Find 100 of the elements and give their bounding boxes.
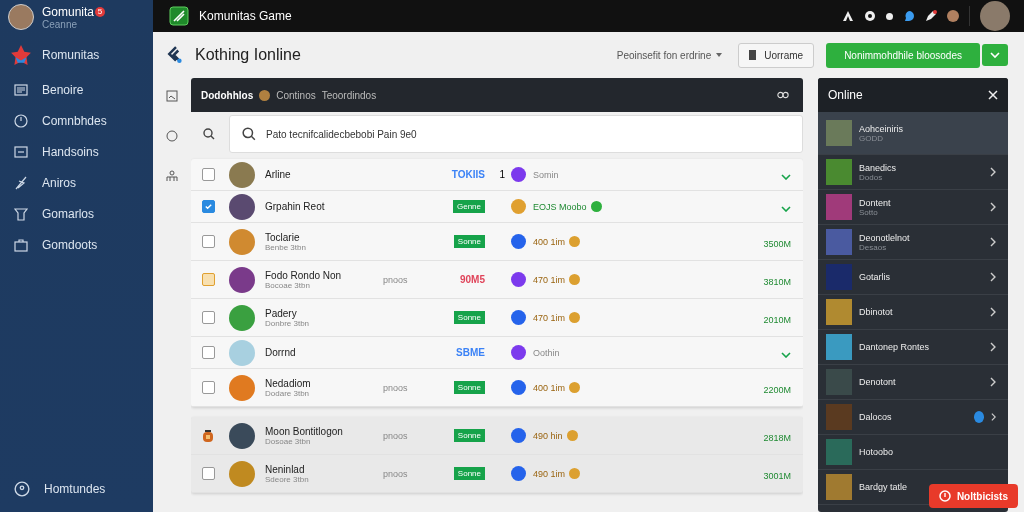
status-label: TOKIIS <box>451 169 485 180</box>
table-row[interactable]: Dorrnd SBME Oothin <box>191 337 803 369</box>
friend-item[interactable]: Dalocos <box>818 400 1008 435</box>
game-thumbnail <box>826 120 852 146</box>
status-tag: Sonne <box>453 381 485 394</box>
game-thumbnail <box>826 159 852 185</box>
chevron-right-icon[interactable] <box>990 202 996 212</box>
sidebar-item[interactable]: Aniros <box>0 167 153 198</box>
checkbox[interactable] <box>201 381 215 394</box>
table-row[interactable]: Neninlad Sdeore 3tbn pnoos Sonne 490 1im 3001M <box>191 455 803 493</box>
checkbox[interactable] <box>201 346 215 359</box>
chevron-right-icon[interactable] <box>990 412 996 422</box>
status-label: SBME <box>456 347 485 358</box>
amount-text: 3001M <box>763 470 791 481</box>
dot-icon[interactable] <box>886 12 893 20</box>
checkbox[interactable] <box>201 467 215 480</box>
avatar[interactable] <box>980 1 1010 31</box>
friend-name: Dontent <box>859 197 892 208</box>
chevron-right-icon[interactable] <box>990 377 996 387</box>
search-input[interactable]: Pato tecnifcalidecbebobi Pain 9e0 <box>266 128 790 140</box>
chat-bubble-icon[interactable] <box>166 130 178 142</box>
friend-item[interactable]: Dantonep Rontes <box>818 330 1008 365</box>
tab[interactable]: Dodohhlos <box>201 89 254 101</box>
sidebar-item[interactable]: Gomdoots <box>0 229 153 260</box>
pencil-icon[interactable] <box>925 10 937 22</box>
time-text: 470 1im <box>533 274 566 285</box>
friend-name: Dbinotot <box>859 307 894 317</box>
target-icon[interactable] <box>864 10 876 22</box>
chevron-right-icon[interactable] <box>990 237 996 247</box>
friend-status: Dodos <box>859 172 884 182</box>
notification-toast[interactable]: Noltbicists <box>928 484 1018 508</box>
friend-item[interactable]: Deonotlelnot Desaos <box>818 225 1008 260</box>
chevron-right-icon[interactable] <box>990 167 996 177</box>
amount-text: 2818M <box>763 432 791 443</box>
image-icon[interactable] <box>166 90 178 102</box>
table-row[interactable]: Fodo Rondo Non Bocoae 3tbn pnoos 90M5 470 1im 3810M <box>191 261 803 299</box>
dropdown[interactable]: Peoinsefit fon erdrine <box>616 49 723 61</box>
search-icon[interactable] <box>203 128 215 140</box>
tab[interactable]: Continos <box>276 89 316 101</box>
leaf-logo-icon <box>169 6 189 26</box>
brand-name: Romunitas <box>42 48 100 62</box>
arrow-logo-icon <box>167 46 185 64</box>
table-row[interactable]: Nedadiom Dodare 3tbn pnoos Sonne 400 1im 2200M <box>191 369 803 407</box>
game-thumbnail <box>826 264 852 290</box>
checkbox[interactable] <box>201 311 215 324</box>
avatar <box>229 374 255 401</box>
chevron-right-icon[interactable] <box>990 272 996 282</box>
checkbox[interactable] <box>201 273 215 286</box>
sidebar-item[interactable]: Handsoins <box>0 136 153 167</box>
sidebar-item[interactable]: Benoire <box>0 74 153 105</box>
avatar[interactable] <box>947 10 959 22</box>
count-text: 1 <box>499 169 505 180</box>
player-subtitle: Dodare 3tbn <box>265 388 311 398</box>
avatar <box>229 304 255 331</box>
close-icon[interactable] <box>988 90 998 100</box>
game-thumbnail <box>826 194 852 220</box>
avatar <box>229 422 255 449</box>
checkbox[interactable] <box>201 235 215 248</box>
table-row[interactable]: Arline TOKIIS 1 Somin <box>191 159 803 191</box>
clock-icon <box>14 113 28 128</box>
chevron-down-icon[interactable] <box>781 205 791 212</box>
status-tag: Sonne <box>453 235 485 248</box>
player-name: Padery <box>265 307 297 319</box>
search-field[interactable]: Pato tecnifcalidecbebobi Pain 9e0 <box>229 115 803 153</box>
friend-item[interactable]: Dbinotot <box>818 295 1008 330</box>
chevron-down-icon[interactable] <box>781 173 791 180</box>
name-button[interactable]: Uorrame <box>738 42 815 68</box>
friend-item[interactable]: Aohceiniris GODD <box>818 112 1008 155</box>
time-text: 490 1im <box>533 468 566 479</box>
people-icon[interactable] <box>166 170 178 182</box>
friend-item[interactable]: Banedics Dodos <box>818 155 1008 190</box>
sidebar-item[interactable]: Gomarlos <box>0 198 153 229</box>
amount-text: 3810M <box>763 276 791 287</box>
notification-badge: 5 <box>95 6 106 17</box>
table-row[interactable]: Moon Bontitlogon Dosoae 3tbn pnoos Sonne 490 hin 2818M <box>191 417 803 455</box>
friend-item[interactable]: Dontent Sotto <box>818 190 1008 225</box>
emblem-icon <box>259 89 271 101</box>
link-icon[interactable] <box>777 91 789 99</box>
alert-icon <box>938 490 951 502</box>
tab[interactable]: Teoordindos <box>321 89 377 101</box>
amount-text: 2200M <box>763 384 791 395</box>
friend-item[interactable]: Hotoobo <box>818 435 1008 470</box>
chevron-down-icon[interactable] <box>781 351 791 358</box>
chat-icon[interactable] <box>903 10 915 22</box>
table-row[interactable]: Toclarie Benbe 3tbn Sonne 400 1im 3500M <box>191 223 803 261</box>
avatar <box>229 339 255 366</box>
checkbox[interactable] <box>201 200 215 213</box>
app-title: Komunitas Game <box>199 9 292 23</box>
chevron-right-icon[interactable] <box>990 342 996 352</box>
page-title: Kothing Ionline <box>195 46 301 64</box>
player-name: Arline <box>265 169 292 180</box>
table-row[interactable]: Grpahin Reot Genne EOJS Moobo <box>191 191 803 223</box>
sidebar-item[interactable]: Homtundes <box>0 473 153 504</box>
friend-name: Bardgy tatle <box>859 482 909 492</box>
friend-item[interactable]: Gotarlis <box>818 260 1008 295</box>
table-row[interactable]: Padery Donbre 3tbn Sonne 470 1im 2010M <box>191 299 803 337</box>
chevron-right-icon[interactable] <box>990 307 996 317</box>
friend-item[interactable]: Denotont <box>818 365 1008 400</box>
sidebar-item[interactable]: Comnbhdes <box>0 105 153 136</box>
checkbox[interactable] <box>201 168 215 181</box>
